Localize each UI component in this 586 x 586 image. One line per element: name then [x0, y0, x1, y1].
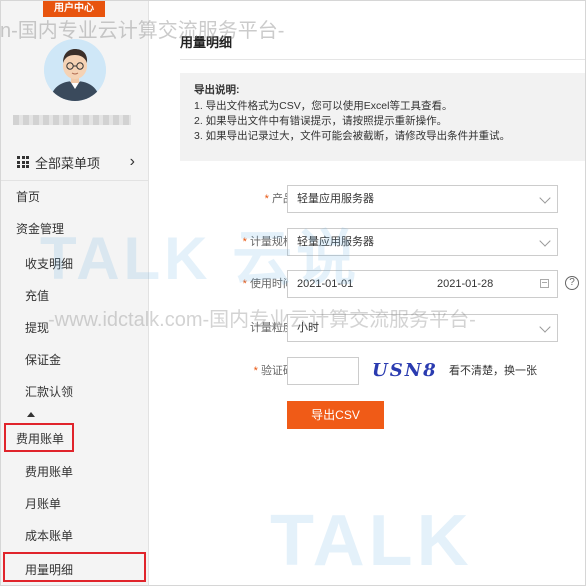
- highlight-box-billing: [4, 423, 74, 452]
- end-date: 2021-01-28: [437, 278, 494, 290]
- notice-title: 导出说明:: [194, 84, 240, 96]
- grid-menu-icon: [17, 156, 29, 168]
- captcha-input[interactable]: [287, 357, 359, 385]
- user-center-header: 用户中心: [43, 1, 105, 17]
- granularity-value: 小时: [297, 322, 319, 334]
- sidebar-item-home[interactable]: 首页: [1, 189, 148, 205]
- product-value: 轻量应用服务器: [297, 193, 374, 205]
- export-notice: 导出说明: 1. 导出文件格式为CSV，您可以使用Excel等工具查看。 2. …: [180, 73, 585, 161]
- captcha-image[interactable]: USN8: [372, 359, 442, 383]
- start-date: 2021-01-01: [297, 278, 354, 290]
- sidebar: 用户中心 全部菜单项 › 首页 资金管理 收支明细 充值 提现 保证金 汇款认领…: [1, 1, 149, 585]
- spec-value: 轻量应用服务器: [297, 236, 374, 248]
- sidebar-item-transactions[interactable]: 收支明细: [1, 256, 148, 272]
- sidebar-item-cost-bill[interactable]: 成本账单: [1, 528, 148, 544]
- time-row: * 使用时间: 2021-01-01 2021-01-28 ?: [150, 270, 585, 298]
- product-row: * 产品: 轻量应用服务器: [150, 185, 585, 213]
- granularity-row: 计量粒度: 小时: [150, 314, 585, 342]
- notice-line: 3. 如果导出记录过大，文件可能会被截断，请修改导出条件并重试。: [194, 130, 511, 142]
- help-icon[interactable]: ?: [565, 276, 579, 290]
- sidebar-item-fee-bill[interactable]: 费用账单: [1, 464, 148, 480]
- granularity-select[interactable]: 小时: [287, 314, 558, 342]
- username-blurred: [13, 115, 131, 125]
- spec-select[interactable]: 轻量应用服务器: [287, 228, 558, 256]
- date-range-picker[interactable]: 2021-01-01 2021-01-28: [287, 270, 558, 298]
- time-label: * 使用时间:: [242, 278, 297, 290]
- sidebar-item-remittance[interactable]: 汇款认领: [1, 384, 148, 400]
- highlight-box-usage-detail: [3, 552, 146, 582]
- divider: [1, 180, 148, 181]
- calendar-icon: [540, 279, 549, 288]
- product-select[interactable]: 轻量应用服务器: [287, 185, 558, 213]
- chevron-down-icon: [539, 192, 551, 204]
- spec-row: * 计量规格: 轻量应用服务器: [150, 228, 585, 256]
- notice-line: 1. 导出文件格式为CSV，您可以使用Excel等工具查看。: [194, 100, 453, 112]
- page-title: 用量明细: [180, 35, 233, 50]
- collapse-up-icon[interactable]: [27, 412, 35, 417]
- notice-line: 2. 如果导出文件中有错误提示，请按照提示重新操作。: [194, 115, 448, 127]
- sidebar-item-funds[interactable]: 资金管理: [1, 221, 148, 237]
- export-csv-button[interactable]: 导出CSV: [287, 401, 384, 429]
- sidebar-item-monthly-bill[interactable]: 月账单: [1, 496, 148, 512]
- product-label: * 产品:: [264, 193, 297, 205]
- spec-label: * 计量规格:: [242, 236, 297, 248]
- granularity-label: 计量粒度:: [249, 322, 297, 334]
- captcha-row: * 验证码: USN8 看不清楚，换一张: [150, 357, 585, 385]
- user-avatar-icon: [44, 39, 106, 101]
- all-menu-label: 全部菜单项: [35, 155, 101, 171]
- main-content: 用量明细 导出说明: 1. 导出文件格式为CSV，您可以使用Excel等工具查看…: [150, 1, 585, 585]
- captcha-refresh-link[interactable]: 看不清楚，换一张: [449, 357, 537, 385]
- avatar[interactable]: [44, 39, 106, 101]
- sidebar-item-withdraw[interactable]: 提现: [1, 320, 148, 336]
- chevron-down-icon: [539, 321, 551, 333]
- captcha-label: * 验证码:: [253, 365, 297, 377]
- all-menu-button[interactable]: 全部菜单项 ›: [17, 153, 135, 171]
- chevron-right-icon: ›: [129, 153, 135, 170]
- chevron-down-icon: [539, 235, 551, 247]
- sidebar-item-deposit[interactable]: 保证金: [1, 352, 148, 368]
- divider: [180, 59, 585, 60]
- sidebar-item-recharge[interactable]: 充值: [1, 288, 148, 304]
